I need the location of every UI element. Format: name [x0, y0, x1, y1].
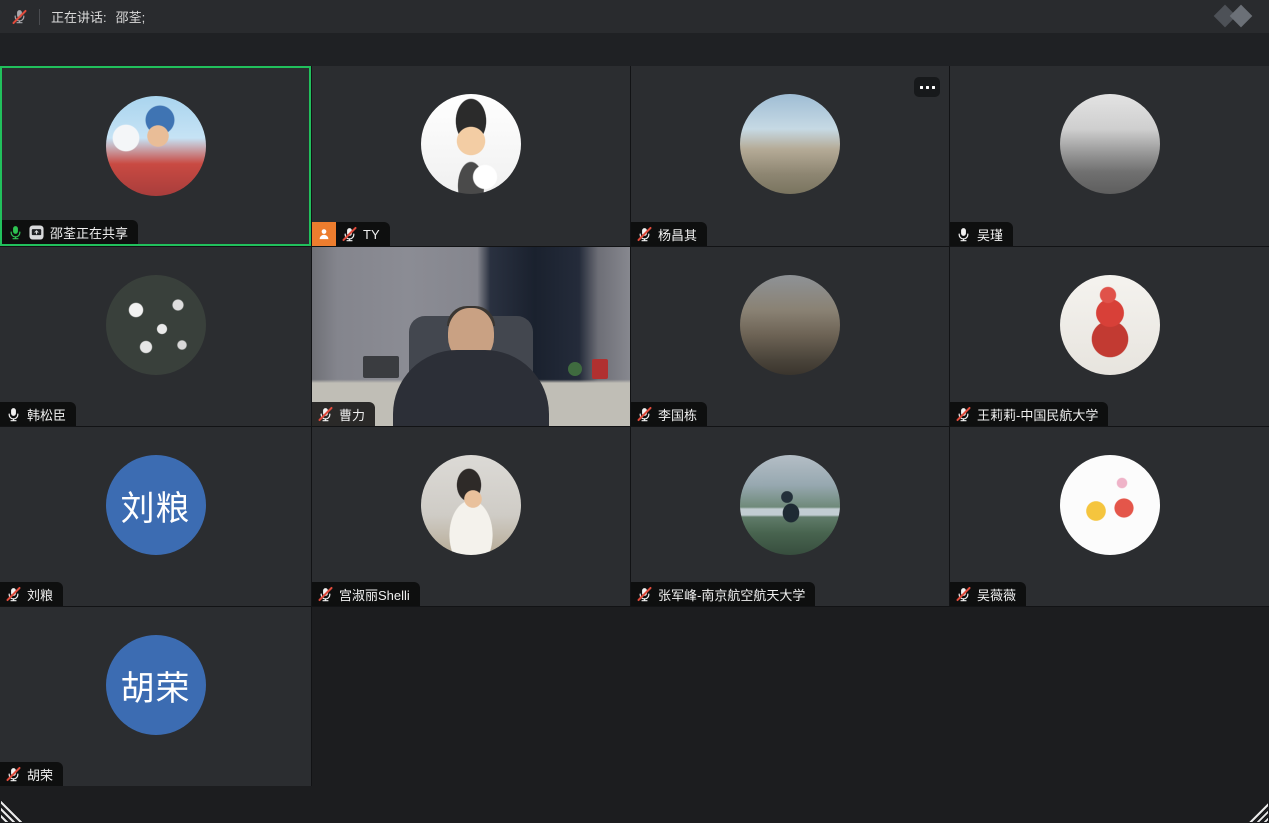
avatar-gongshuli-photo [421, 455, 521, 555]
participant-name: 杨昌其 [658, 225, 697, 244]
mic-muted-icon [637, 227, 652, 242]
participant-name: 吴瑾 [977, 225, 1003, 244]
participant-name: TY [363, 227, 380, 242]
video-shape [363, 356, 399, 378]
mic-muted-icon [318, 407, 333, 422]
nameplate-yangchangqi: 杨昌其 [631, 222, 707, 246]
avatar-yangchangqi-photo [740, 94, 840, 194]
participant-name: 韩松臣 [27, 405, 66, 424]
brand-logo-icon [1209, 3, 1261, 30]
nameplate-gongshuli: 宫淑丽Shelli [312, 582, 420, 606]
tile-shaoquan[interactable]: 邵荃正在共享 [0, 66, 311, 246]
participant-name: 张军峰-南京航空航天大学 [658, 585, 805, 604]
resize-grip-bottom-right[interactable] [1246, 800, 1268, 822]
tile-gongshuli[interactable]: 宫淑丽Shelli [312, 427, 630, 606]
avatar-shaoquan-photo [106, 96, 206, 196]
tile-hurong[interactable]: 胡荣 胡荣 [0, 607, 311, 786]
avatar-wujin-photo [1060, 94, 1160, 194]
avatar-ty-cartoon [421, 94, 521, 194]
mic-muted-icon [342, 227, 357, 242]
tile-zhangjunfeng[interactable]: 张军峰-南京航空航天大学 [631, 427, 949, 606]
nameplate-hurong: 胡荣 [0, 762, 63, 786]
tile-wanglili[interactable]: 王莉莉-中国民航大学 [950, 247, 1269, 426]
empty-grid-area [312, 607, 1269, 786]
participant-name: 刘粮 [27, 585, 53, 604]
mic-active-icon [8, 225, 23, 240]
nameplate-wanglili: 王莉莉-中国民航大学 [950, 402, 1108, 426]
speaking-speaker-name: 邵荃; [116, 7, 146, 26]
mic-unmuted-icon [956, 227, 971, 242]
mic-muted-icon [318, 587, 333, 602]
nameplate-liuliang: 刘粮 [0, 582, 63, 606]
tile-yangchangqi[interactable]: 杨昌其 [631, 66, 949, 246]
participant-name: 邵荃正在共享 [50, 223, 128, 242]
member-badge-icon [312, 222, 336, 246]
top-status-bar: 正在讲话: 邵荃; [0, 0, 1269, 33]
participant-name: 曹力 [339, 405, 365, 424]
tile-liuliang[interactable]: 刘粮 刘粮 [0, 427, 311, 606]
mic-muted-icon [6, 767, 21, 782]
video-shape [568, 362, 582, 376]
screen-share-icon [29, 225, 44, 240]
avatar-hansongchen-photo [106, 275, 206, 375]
video-shape [592, 359, 608, 379]
mic-muted-icon [6, 587, 21, 602]
mic-muted-icon [956, 587, 971, 602]
speaking-status-label: 正在讲话: [51, 7, 107, 26]
toolbar-spacer [0, 33, 1269, 66]
participant-name: 王莉莉-中国民航大学 [977, 405, 1098, 424]
avatar-liguodong-photo [740, 275, 840, 375]
resize-grip-bottom-left[interactable] [1, 800, 23, 822]
self-mic-muted-icon [12, 9, 27, 24]
avatar-wuweiwei-cartoon [1060, 455, 1160, 555]
tile-wujin[interactable]: 吴瑾 [950, 66, 1269, 246]
participant-name: 胡荣 [27, 765, 53, 784]
live-video-feed [312, 247, 630, 426]
nameplate-wujin: 吴瑾 [950, 222, 1013, 246]
participant-name: 李国栋 [658, 405, 697, 424]
tile-wuweiwei[interactable]: 吴薇薇 [950, 427, 1269, 606]
nameplate-ty: TY [312, 222, 390, 246]
mic-muted-icon [956, 407, 971, 422]
participant-name: 吴薇薇 [977, 585, 1016, 604]
more-options-button[interactable] [914, 77, 940, 97]
tile-liguodong[interactable]: 李国栋 [631, 247, 949, 426]
mic-unmuted-icon [6, 407, 21, 422]
tile-hansongchen[interactable]: 韩松臣 [0, 247, 311, 426]
nameplate-caoli: 曹力 [312, 402, 375, 426]
avatar-liuliang-text: 刘粮 [106, 455, 206, 555]
avatar-hurong-text: 胡荣 [106, 635, 206, 735]
topbar-divider [39, 9, 40, 25]
tile-caoli[interactable]: 曹力 [312, 247, 630, 426]
participant-name: 宫淑丽Shelli [339, 585, 410, 604]
nameplate-shaoquan: 邵荃正在共享 [2, 220, 138, 244]
mic-muted-icon [637, 407, 652, 422]
participant-grid: 邵荃正在共享 TY 杨昌其 吴瑾 [0, 66, 1269, 786]
nameplate-wuweiwei: 吴薇薇 [950, 582, 1026, 606]
nameplate-zhangjunfeng: 张军峰-南京航空航天大学 [631, 582, 815, 606]
nameplate-hansongchen: 韩松臣 [0, 402, 76, 426]
nameplate-liguodong: 李国栋 [631, 402, 707, 426]
mic-muted-icon [637, 587, 652, 602]
tile-ty[interactable]: TY [312, 66, 630, 246]
avatar-wanglili-photo [1060, 275, 1160, 375]
avatar-zhangjunfeng-photo [740, 455, 840, 555]
